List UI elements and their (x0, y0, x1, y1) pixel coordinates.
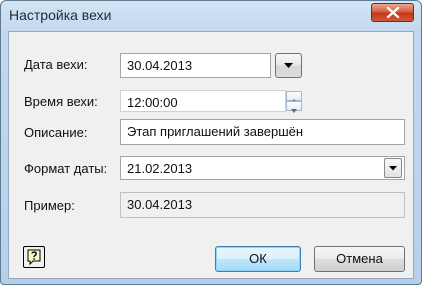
close-button[interactable] (371, 3, 414, 22)
dialog-body: Дата вехи: 30.04.2013 Время вехи: 12:00:… (8, 31, 414, 279)
example-value: 30.04.2013 (120, 192, 405, 218)
format-label: Формат даты: (24, 161, 108, 176)
description-label: Описание: (24, 125, 88, 140)
time-field[interactable]: 12:00:00 (120, 90, 286, 112)
dialog-title: Настройка вехи (9, 7, 112, 23)
chevron-down-icon (284, 63, 293, 68)
dialog-window: Настройка вехи Дата вехи: 30.04.2013 Вре… (0, 0, 422, 285)
help-button[interactable] (23, 246, 45, 268)
example-label: Пример: (24, 198, 75, 213)
date-label: Дата вехи: (24, 57, 88, 72)
description-field[interactable]: Этап приглашений завершён (120, 119, 405, 145)
date-dropdown-button[interactable] (275, 53, 302, 78)
help-icon (27, 249, 41, 266)
chevron-down-icon (389, 166, 397, 171)
ok-button[interactable]: ОК (215, 246, 301, 272)
date-field[interactable]: 30.04.2013 (120, 53, 271, 78)
time-spinner[interactable] (286, 91, 302, 113)
spin-down-button[interactable] (286, 101, 302, 113)
spin-up-button[interactable] (286, 91, 302, 103)
cancel-button[interactable]: Отмена (314, 246, 405, 272)
format-dropdown-button[interactable] (384, 158, 402, 178)
format-select[interactable]: 21.02.2013 (120, 156, 405, 180)
time-label: Время вехи: (24, 94, 98, 109)
title-bar: Настройка вехи (1, 1, 421, 31)
close-icon (386, 7, 400, 18)
arrow-down-icon (291, 109, 297, 113)
